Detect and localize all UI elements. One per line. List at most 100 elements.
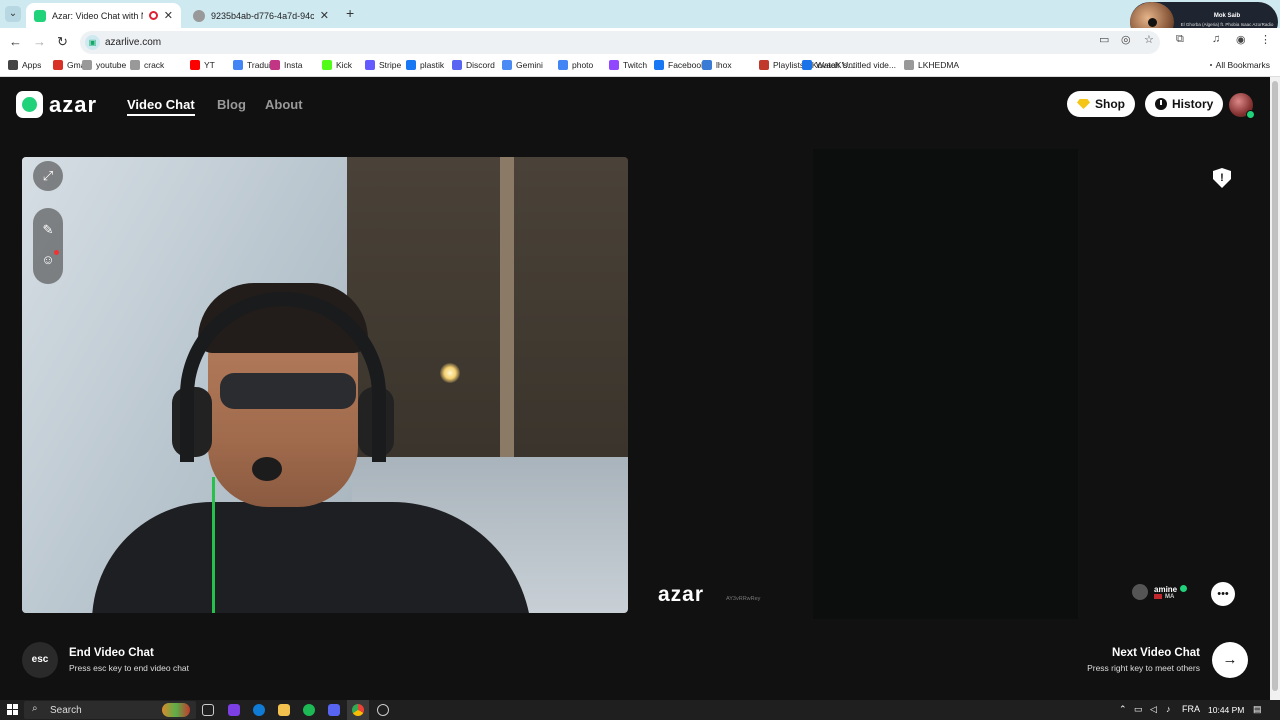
bookmark-watch-untitled-vide[interactable]: Watch Untitled vide... [802,60,896,70]
partner-name: amine [1154,584,1178,594]
azar-logo-icon [16,91,43,118]
bookmark-favicon-icon [365,60,375,70]
bookmark-favicon-icon [558,60,568,70]
reload-icon[interactable]: ↻ [57,34,68,50]
magic-wand-icon[interactable]: ✎ [33,215,63,245]
settings-icon[interactable] [377,704,389,716]
windows-start-icon[interactable] [7,704,18,715]
face-mask-icon[interactable]: ☺ [33,245,63,275]
address-bar[interactable]: ▣ azarlive.com [80,31,1160,54]
volume-icon[interactable]: ◁ [1150,704,1157,715]
chat-bubble-icon[interactable]: ••• [1211,582,1235,606]
forward-icon[interactable]: → [33,34,46,49]
bookmark-favicon-icon [452,60,462,70]
tab-search-icon[interactable]: ⌄ [5,6,21,22]
bookmark-insta[interactable]: Insta [270,60,302,70]
lamp-light [440,363,460,383]
bookmark-lhox[interactable]: lhox [702,60,732,70]
eye-off-icon[interactable]: ◎ [1121,33,1131,46]
bookmark-lkhedma[interactable]: LKHEDMA [904,60,959,70]
spotify-icon[interactable] [303,704,315,716]
nav-blog[interactable]: Blog [217,97,246,112]
microphone-icon[interactable]: ♪ [1166,704,1171,714]
edge-icon[interactable] [253,704,265,716]
user-avatar[interactable] [1229,93,1255,119]
shop-button[interactable]: Shop [1067,91,1135,117]
bookmark-favicon-icon [406,60,416,70]
chevron-up-icon[interactable]: ⌃ [1119,704,1127,715]
bookmark-label: YT [204,60,215,70]
scrollbar-thumb[interactable] [1272,81,1278,691]
back-icon[interactable]: ← [9,34,22,49]
chrome-icon[interactable] [352,704,364,716]
bookmark-kick[interactable]: Kick [322,60,352,70]
bookmark-yt[interactable]: YT [190,60,215,70]
discord-icon[interactable] [328,704,340,716]
tab-title: Azar: Video Chat with New [52,10,143,21]
bookmark-star-icon[interactable]: ☆ [1144,33,1154,46]
menu-dots-icon[interactable]: ⋮ [1260,33,1271,46]
bookmark-apps[interactable]: Apps [8,60,41,70]
app-icon[interactable] [228,704,240,716]
close-tab-icon[interactable]: ✕ [320,9,329,22]
bookmark-photo[interactable]: photo [558,60,593,70]
headset-mic [252,457,282,481]
bookmark-label: Watch Untitled vide... [816,60,896,70]
window-frame-bar [500,157,514,457]
bookmark-favicon-icon [8,60,18,70]
bookmark-gemini[interactable]: Gemini [502,60,543,70]
history-button[interactable]: History [1145,91,1224,117]
network-icon[interactable]: ▭ [1134,704,1143,715]
taskbar-search[interactable]: ⌕ Search [24,701,196,719]
all-bookmarks-label: All Bookmarks [1215,60,1270,70]
expand-button[interactable]: ⤢ [33,161,63,191]
bookmark-label: Twitch [623,60,648,70]
bookmark-favicon-icon [654,60,664,70]
all-bookmarks[interactable]: All Bookmarks [1209,60,1270,70]
close-tab-icon[interactable]: ✕ [164,9,173,22]
tab-uuid[interactable]: 9235b4ab-d776-4a7d-94cb-c7 ✕ [185,3,337,28]
nav-about[interactable]: About [265,97,303,112]
install-app-icon[interactable]: ▭ [1099,33,1109,46]
azar-logo[interactable]: azar [16,91,97,118]
notifications-icon[interactable]: ▤ [1253,704,1262,715]
next-chat-title: Next Video Chat [1112,647,1200,659]
language-indicator[interactable]: FRA [1182,704,1200,714]
bookmark-label: Gemini [516,60,543,70]
media-control-icon[interactable]: ♫ [1212,33,1220,45]
bookmark-favicon-icon [190,60,200,70]
bookmark-favicon-icon [502,60,512,70]
profile-icon[interactable]: ◉ [1236,33,1246,46]
nav-video-chat[interactable]: Video Chat [127,97,195,116]
tab-azar[interactable]: Azar: Video Chat with New ✕ [26,3,181,28]
partner-info[interactable]: amine MA [1132,584,1188,600]
green-cable [212,477,215,613]
bookmark-crack[interactable]: crack [130,60,164,70]
taskbar-clock[interactable]: 10:44 PM [1208,705,1244,715]
media-artist: Mok Saib [1213,13,1241,19]
bookmark-plastik[interactable]: plastik [406,60,444,70]
history-icon [1155,98,1167,110]
bookmark-twitch[interactable]: Twitch [609,60,647,70]
page-scrollbar[interactable] [1270,77,1280,700]
arrow-right-icon[interactable]: → [1212,642,1248,678]
bookmark-label: lhox [716,60,732,70]
search-highlight-icon [162,703,190,717]
bookmark-youtube[interactable]: youtube [82,60,126,70]
end-chat-button[interactable]: esc [22,642,58,678]
globe-favicon-icon [193,9,205,22]
bookmark-discord[interactable]: Discord [452,60,495,70]
new-tab-button[interactable]: + [346,5,354,21]
extensions-icon[interactable]: ⧉ [1176,33,1184,46]
tab-title: 9235b4ab-d776-4a7d-94cb-c7 [211,10,314,21]
task-view-icon[interactable] [202,704,214,716]
file-explorer-icon[interactable] [278,704,290,716]
bookmark-stripe[interactable]: Stripe [365,60,401,70]
bookmark-label: photo [572,60,594,70]
site-info-icon[interactable]: ▣ [85,35,100,50]
partner-video [640,149,1260,619]
bookmark-facebook[interactable]: Facebook [654,60,705,70]
search-label: Search [50,705,82,716]
azar-page: azar Video Chat Blog About Shop History … [0,77,1270,700]
url-text: azarlive.com [105,37,162,48]
